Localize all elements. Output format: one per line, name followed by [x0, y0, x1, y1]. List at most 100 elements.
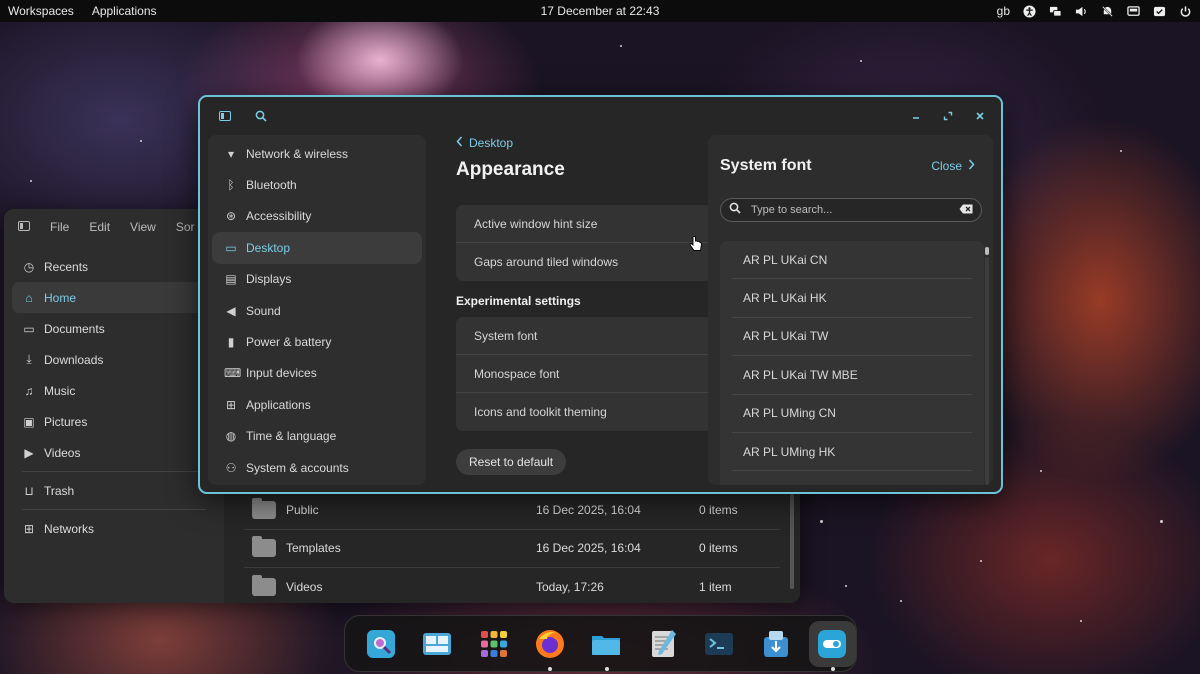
setting-row-theming[interactable]: Icons and toolkit theming — [456, 393, 712, 431]
sidebar-item-sound[interactable]: ◀ Sound — [212, 295, 422, 326]
sidebar-item-input-devices[interactable]: ⌨ Input devices — [212, 358, 422, 389]
scrollbar-thumb[interactable] — [985, 247, 989, 255]
video-icon: ▶ — [24, 445, 34, 460]
clear-search-icon[interactable] — [959, 201, 973, 219]
files-nav-trash[interactable]: ⊔ Trash — [12, 475, 216, 506]
users-icon: ⚇ — [225, 460, 237, 475]
files-menubar: File Edit View Sor — [4, 209, 224, 245]
dock-text-editor[interactable] — [639, 621, 686, 667]
sidebar-item-system-accounts[interactable]: ⚇ System & accounts — [212, 452, 422, 483]
sidebar-toggle-icon[interactable] — [18, 220, 30, 234]
notifications-off-icon[interactable] — [1100, 4, 1114, 18]
files-nav-home[interactable]: ⌂ Home — [12, 282, 216, 313]
divider — [22, 471, 206, 472]
globe-icon: ◍ — [225, 429, 237, 444]
file-list: Public 16 Dec 2025, 16:04 0 items Templa… — [244, 491, 780, 603]
folder-icon — [252, 497, 276, 519]
dock — [344, 615, 857, 672]
setting-row-system-font[interactable]: System font — [456, 317, 712, 355]
settings-window[interactable]: ▾ Network & wireless ᛒ Bluetooth ⊛ Accessib… — [198, 95, 1003, 494]
display-icon[interactable] — [1126, 4, 1140, 18]
list-item[interactable]: AR PL UMing HK — [732, 433, 972, 472]
window-settings-card: Active window hint size Gaps around tile… — [456, 205, 712, 281]
font-search-input[interactable] — [751, 204, 959, 216]
scrollbar[interactable] — [790, 494, 794, 589]
sidebar-item-desktop[interactable]: ▭ Desktop — [212, 232, 422, 264]
files-nav-downloads[interactable]: ⤓ Downloads — [12, 344, 216, 375]
font-list: AR PL UKai CN AR PL UKai HK AR PL UKai T… — [720, 241, 984, 485]
back-link[interactable]: Desktop — [456, 136, 513, 150]
firefox-icon — [536, 629, 565, 658]
sidebar-item-network[interactable]: ▾ Network & wireless — [212, 138, 422, 169]
table-row[interactable]: Videos Today, 17:26 1 item — [244, 568, 780, 603]
installer-icon — [763, 630, 788, 657]
keyboard-layout-indicator[interactable]: gb — [997, 4, 1010, 18]
table-row[interactable]: Templates 16 Dec 2025, 16:04 0 items — [244, 530, 780, 568]
dock-firefox[interactable] — [526, 621, 573, 671]
sidebar-item-time-language[interactable]: ◍ Time & language — [212, 421, 422, 452]
clock[interactable]: 17 December at 22:43 — [541, 4, 660, 18]
sidebar-item-displays[interactable]: ▤ Displays — [212, 264, 422, 295]
dock-installer[interactable] — [752, 621, 799, 667]
dock-workspaces[interactable] — [413, 621, 460, 667]
files-nav-videos[interactable]: ▶ Videos — [12, 437, 216, 468]
volume-icon[interactable] — [1074, 4, 1088, 18]
list-item[interactable]: AR PL UKai CN — [732, 241, 972, 280]
search-icon[interactable] — [254, 109, 268, 123]
minimize-icon[interactable] — [909, 109, 923, 123]
folder-icon — [592, 635, 621, 655]
dock-app-store[interactable] — [357, 621, 404, 667]
maximize-icon[interactable] — [941, 109, 955, 123]
network-icon[interactable] — [1048, 4, 1062, 18]
menu-file[interactable]: File — [50, 220, 69, 234]
sidebar-item-accessibility[interactable]: ⊛ Accessibility — [212, 201, 422, 232]
list-item[interactable]: AR PL UKai HK — [732, 279, 972, 318]
display-icon: ▤ — [225, 272, 237, 287]
battery-icon[interactable] — [1152, 4, 1166, 18]
sidebar-item-applications[interactable]: ⊞ Applications — [212, 389, 422, 420]
reset-button[interactable]: Reset to default — [456, 449, 567, 475]
setting-row-hint-size[interactable]: Active window hint size — [456, 205, 712, 243]
setting-row-monospace-font[interactable]: Monospace font — [456, 355, 712, 393]
trash-icon: ⊔ — [24, 483, 34, 498]
document-icon: ▭ — [23, 321, 35, 336]
files-nav-recents[interactable]: ◷ Recents — [12, 251, 216, 282]
menu-view[interactable]: View — [130, 220, 156, 234]
files-nav-documents[interactable]: ▭ Documents — [12, 313, 216, 344]
files-sidebar: File Edit View Sor ◷ Recents ⌂ Home ▭ Docum… — [4, 209, 224, 603]
accessibility-icon[interactable] — [1022, 4, 1036, 18]
network-icon: ⊞ — [23, 521, 35, 536]
terminal-icon — [705, 632, 734, 655]
scrollbar[interactable] — [985, 247, 989, 485]
list-item[interactable]: AR PL UMing CN — [732, 395, 972, 433]
experimental-settings-card: System font Monospace font Icons and too… — [456, 317, 712, 431]
applications-button[interactable]: Applications — [92, 4, 157, 18]
sidebar-item-power[interactable]: ▮ Power & battery — [212, 326, 422, 357]
workspaces-button[interactable]: Workspaces — [8, 4, 74, 18]
dock-settings[interactable] — [808, 620, 856, 671]
workspaces-icon — [423, 632, 452, 655]
apps-grid-icon: ⊞ — [225, 397, 237, 412]
dock-app-library[interactable] — [470, 621, 517, 667]
dock-files[interactable] — [583, 621, 630, 671]
divider — [22, 509, 206, 510]
menu-sort[interactable]: Sor — [176, 220, 195, 234]
table-row[interactable]: Public 16 Dec 2025, 16:04 0 items — [244, 491, 780, 530]
close-panel-button[interactable]: Close — [931, 159, 975, 173]
sidebar-toggle-icon[interactable] — [218, 109, 232, 123]
menu-edit[interactable]: Edit — [89, 220, 110, 234]
settings-sidebar: ▾ Network & wireless ᛒ Bluetooth ⊛ Accessib… — [208, 135, 426, 485]
list-item[interactable]: AR PL UKai TW — [732, 318, 972, 357]
power-icon[interactable] — [1178, 4, 1192, 18]
close-icon[interactable] — [973, 109, 987, 123]
files-nav-pictures[interactable]: ▣ Pictures — [12, 406, 216, 437]
files-nav-music[interactable]: ♫ Music — [12, 375, 216, 406]
bluetooth-icon: ᛒ — [227, 178, 235, 193]
folder-icon — [252, 536, 276, 558]
sidebar-item-bluetooth[interactable]: ᛒ Bluetooth — [212, 169, 422, 200]
files-nav-networks[interactable]: ⊞ Networks — [12, 513, 216, 544]
dock-terminal[interactable] — [696, 621, 743, 667]
list-item[interactable]: AR PL UKai TW MBE — [732, 356, 972, 395]
music-icon: ♫ — [24, 383, 34, 398]
setting-row-gaps[interactable]: Gaps around tiled windows — [456, 243, 712, 281]
